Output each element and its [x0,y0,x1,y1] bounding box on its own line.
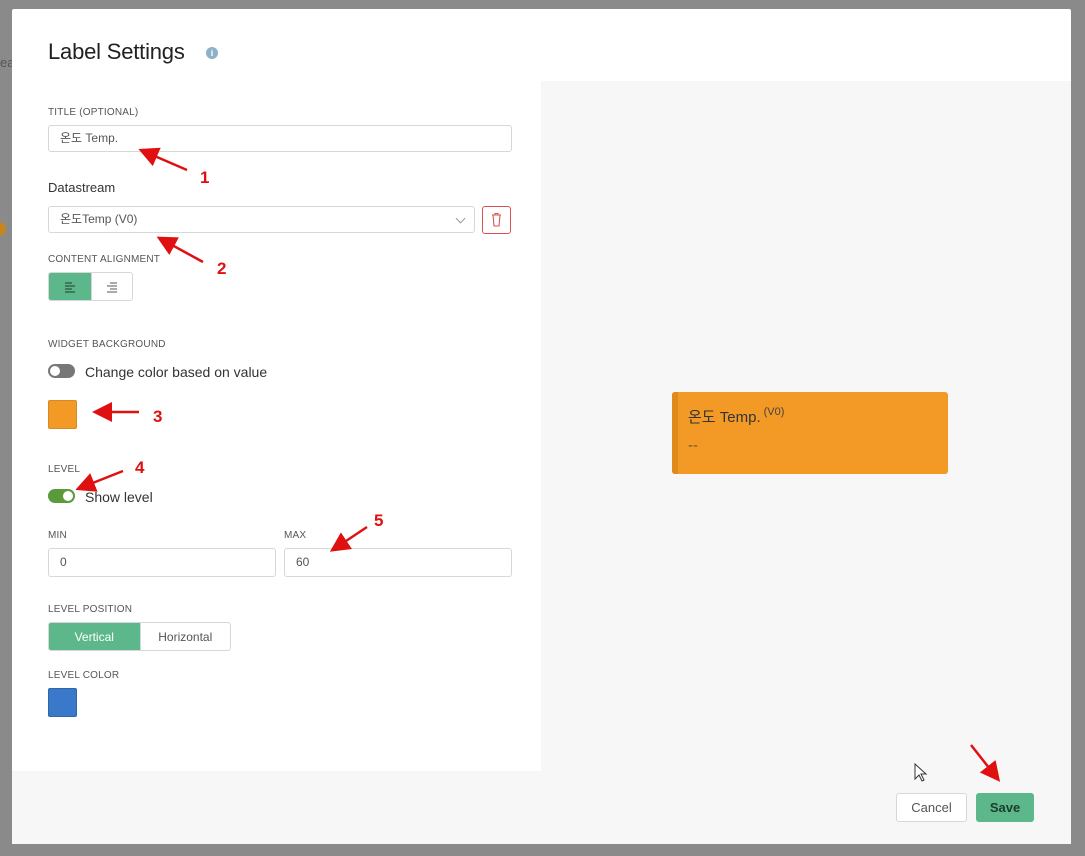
annotation-label-3: 3 [153,407,163,426]
annotation-arrow-5 [329,525,368,552]
annotation-label-4: 4 [135,458,145,477]
annotation-label-2: 2 [217,259,227,278]
annotation-label-5: 5 [374,511,384,530]
annotation-arrows [75,147,1001,782]
annotation-label-1: 1 [200,168,210,187]
annotation-arrow-2 [156,236,204,264]
annotation-arrow-4 [75,469,124,492]
annotation-arrow-1 [138,147,188,172]
annotation-arrow-save [970,744,1001,782]
